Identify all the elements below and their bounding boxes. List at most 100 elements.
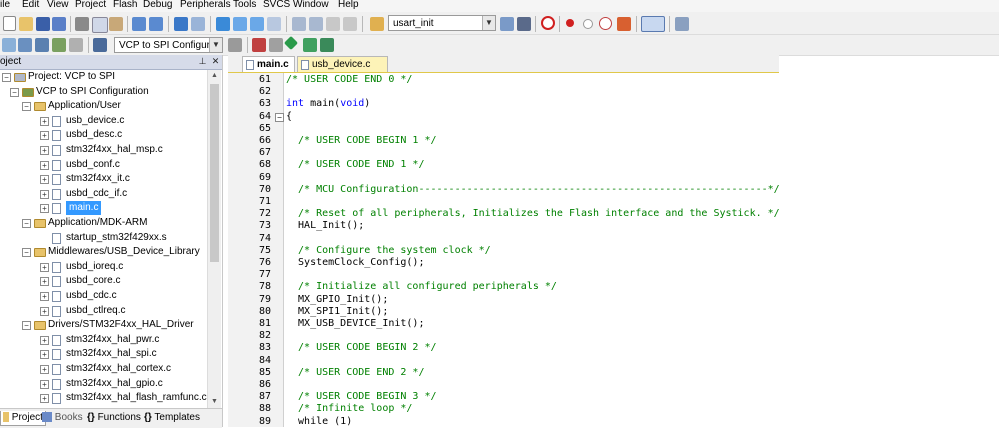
window-layout-icon[interactable] bbox=[641, 16, 665, 32]
chevron-down-icon[interactable]: ▼ bbox=[209, 38, 222, 52]
kill-all-breakpoints-icon[interactable] bbox=[617, 17, 631, 31]
code-editor[interactable]: 61 /* USER CODE END 0 */ 62 63 int main(void… bbox=[228, 73, 779, 427]
expand-icon[interactable]: + bbox=[40, 175, 49, 185]
collapse-icon[interactable]: − bbox=[2, 73, 11, 82]
menu-item[interactable]: ile bbox=[0, 0, 10, 11]
find-icon[interactable] bbox=[500, 17, 514, 31]
expand-icon[interactable]: + bbox=[40, 394, 49, 404]
tree-item-label: usbd_conf.c bbox=[66, 158, 120, 170]
chevron-down-icon[interactable]: ▼ bbox=[482, 16, 495, 30]
paste-icon[interactable] bbox=[109, 17, 123, 31]
prev-bookmark-icon[interactable] bbox=[233, 17, 247, 31]
scrollbar-thumb[interactable] bbox=[210, 84, 219, 262]
download-icon[interactable] bbox=[93, 38, 107, 52]
menu-item[interactable]: Debug bbox=[143, 0, 172, 11]
toolbar-separator bbox=[636, 16, 637, 32]
menu-item[interactable]: Window bbox=[293, 0, 329, 11]
breakpoint-icon[interactable] bbox=[566, 19, 574, 27]
stop-build-icon[interactable] bbox=[69, 38, 83, 52]
manage-project-items-icon[interactable] bbox=[252, 38, 266, 52]
expand-icon[interactable]: + bbox=[40, 189, 49, 199]
configure-tools-icon[interactable] bbox=[675, 17, 689, 31]
debug-session-icon[interactable] bbox=[541, 16, 555, 30]
file-extensions-icon[interactable] bbox=[269, 38, 283, 52]
file-icon bbox=[52, 305, 61, 317]
pin-icon[interactable]: ⊥ bbox=[197, 56, 208, 67]
pack-installer-icon[interactable] bbox=[320, 38, 334, 52]
forward-icon[interactable] bbox=[191, 17, 205, 31]
target-combo[interactable]: VCP to SPI Configuration ▼ bbox=[114, 37, 223, 53]
tab-usb-device-c[interactable]: usb_device.c bbox=[297, 56, 388, 72]
copy-icon[interactable] bbox=[92, 17, 108, 33]
undo-icon[interactable] bbox=[132, 17, 146, 31]
disable-breakpoint-icon[interactable] bbox=[583, 19, 593, 29]
collapse-icon[interactable]: − bbox=[22, 102, 31, 112]
tree-item-label: usbd_cdc_if.c bbox=[66, 187, 128, 199]
menu-item[interactable]: Peripherals bbox=[180, 0, 231, 11]
disable-all-breakpoints-icon[interactable] bbox=[599, 17, 612, 30]
translate-icon[interactable] bbox=[2, 38, 16, 52]
rebuild-icon[interactable] bbox=[35, 38, 49, 52]
expand-icon[interactable]: + bbox=[40, 131, 49, 141]
open-folder-icon[interactable] bbox=[19, 17, 33, 31]
collapse-icon[interactable]: − bbox=[275, 112, 284, 122]
menu-item[interactable]: View bbox=[47, 0, 69, 11]
new-file-icon[interactable] bbox=[3, 16, 16, 31]
manage-rte-icon[interactable] bbox=[283, 35, 299, 51]
tab-templates[interactable]: {} Templates bbox=[142, 411, 202, 425]
save-all-icon[interactable] bbox=[52, 17, 66, 31]
collapse-icon[interactable]: − bbox=[22, 219, 31, 228]
menu-item[interactable]: Flash bbox=[113, 0, 137, 11]
line-number: 79 bbox=[258, 293, 271, 305]
bookmark-icon[interactable] bbox=[216, 17, 230, 31]
expand-icon[interactable]: + bbox=[40, 277, 49, 287]
collapse-icon[interactable]: − bbox=[10, 87, 19, 97]
find-combo[interactable]: usart_init ▼ bbox=[388, 15, 496, 31]
line-number: 80 bbox=[258, 305, 271, 317]
scroll-down-icon[interactable]: ▼ bbox=[208, 396, 221, 408]
tree-item-label: Application/User bbox=[48, 100, 121, 112]
code-line: 69 bbox=[228, 172, 779, 184]
expand-icon[interactable]: + bbox=[40, 262, 49, 272]
tab-books[interactable]: Books bbox=[40, 411, 85, 425]
build-icon[interactable] bbox=[18, 38, 32, 52]
indent-icon[interactable] bbox=[292, 17, 306, 31]
scroll-up-icon[interactable]: ▲ bbox=[208, 70, 221, 82]
next-bookmark-icon[interactable] bbox=[250, 17, 264, 31]
unindent-icon[interactable] bbox=[309, 17, 323, 31]
select-packs-icon[interactable] bbox=[303, 38, 317, 52]
save-icon[interactable] bbox=[36, 17, 50, 31]
cut-icon[interactable] bbox=[75, 17, 89, 31]
expand-icon[interactable]: + bbox=[40, 335, 49, 345]
find-in-files-icon[interactable] bbox=[370, 17, 384, 31]
tab-main-c[interactable]: main.c bbox=[242, 56, 295, 72]
expand-icon[interactable]: + bbox=[40, 365, 49, 374]
clear-bookmarks-icon[interactable] bbox=[267, 17, 281, 31]
menu-item[interactable]: Tools bbox=[233, 0, 256, 11]
expand-icon[interactable]: + bbox=[40, 292, 49, 301]
incremental-find-icon[interactable] bbox=[517, 17, 531, 31]
tree-scrollbar[interactable]: ▲ ▼ bbox=[207, 70, 221, 408]
batch-build-icon[interactable] bbox=[52, 38, 66, 52]
menu-item[interactable]: SVCS bbox=[263, 0, 290, 11]
expand-icon[interactable]: + bbox=[40, 379, 49, 389]
menu-item[interactable]: Help bbox=[338, 0, 359, 11]
expand-icon[interactable]: + bbox=[40, 204, 49, 214]
back-icon[interactable] bbox=[174, 17, 188, 31]
expand-icon[interactable]: + bbox=[40, 306, 49, 316]
comment-icon[interactable] bbox=[326, 17, 340, 31]
expand-icon[interactable]: + bbox=[40, 146, 49, 155]
close-icon[interactable]: ✕ bbox=[210, 56, 221, 67]
tab-functions[interactable]: {} Functions bbox=[85, 411, 143, 425]
keyword-token: int bbox=[286, 98, 305, 110]
target-options-icon[interactable] bbox=[228, 38, 242, 52]
expand-icon[interactable]: + bbox=[40, 160, 49, 170]
collapse-icon[interactable]: − bbox=[22, 248, 31, 258]
expand-icon[interactable]: + bbox=[40, 350, 49, 360]
redo-icon[interactable] bbox=[149, 17, 163, 31]
uncomment-icon[interactable] bbox=[343, 17, 357, 31]
expand-icon[interactable]: + bbox=[40, 116, 49, 126]
menu-item[interactable]: Edit bbox=[22, 0, 39, 11]
collapse-icon[interactable]: − bbox=[22, 321, 31, 331]
menu-item[interactable]: Project bbox=[75, 0, 106, 11]
